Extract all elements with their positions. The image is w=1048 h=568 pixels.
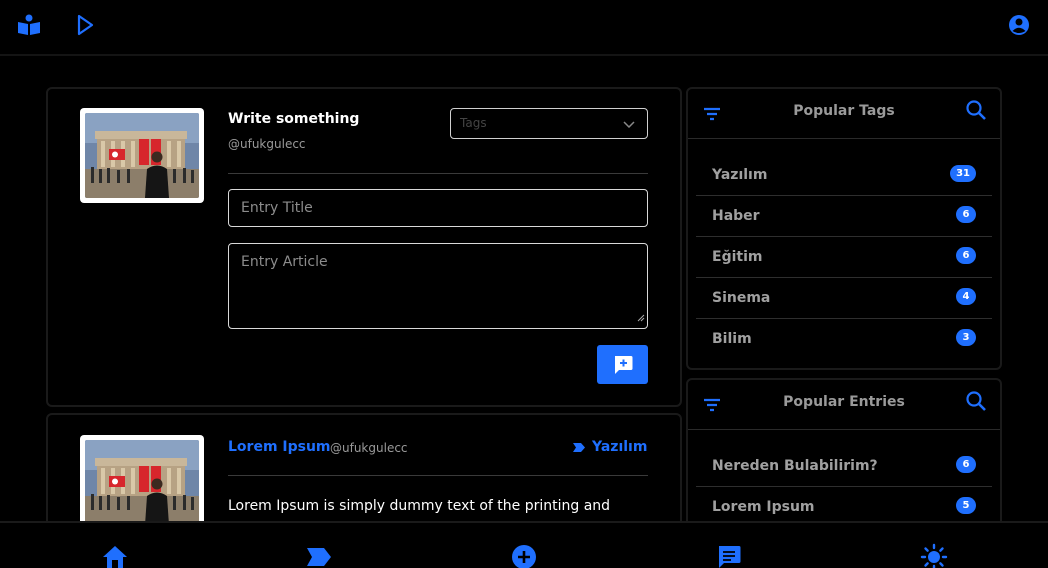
tag-row[interactable]: Bilim 3 [696,319,992,360]
entry-row[interactable]: Nereden Bulabilirim? 6 [696,446,992,487]
tag-label: Bilim [712,331,752,347]
divider [228,475,648,476]
avatar-photo [85,440,199,525]
count-badge: 6 [956,206,976,223]
home-icon[interactable] [101,543,129,568]
top-bar [0,0,1048,56]
chat-icon[interactable] [715,543,743,568]
play-icon[interactable] [72,12,98,38]
entry-tag-label: Yazılım [592,439,648,455]
count-badge: 4 [956,288,976,305]
account-icon[interactable] [1006,12,1032,38]
count-badge: 31 [950,165,976,182]
count-badge: 6 [956,247,976,264]
chevron-down-icon [623,118,635,132]
entry-body: Lorem Ipsum is simply dummy text of the … [228,498,611,514]
popular-entries-list: Nereden Bulabilirim? 6 Lorem Ipsum 5 [696,446,992,528]
entry-title-placeholder: Entry Title [241,200,313,216]
avatar [80,108,204,203]
tag-label: Yazılım [712,167,768,183]
entry-article-placeholder: Entry Article [241,254,328,270]
tag-icon [573,442,585,452]
composer-handle: @ufukgulecc [228,137,306,151]
tag-label: Haber [712,208,760,224]
add-circle-icon[interactable] [510,543,538,568]
reader-icon[interactable] [16,12,42,38]
tag-row[interactable]: Eğitim 6 [696,237,992,278]
tags-select[interactable]: Tags [450,108,648,139]
divider [228,173,648,174]
count-badge: 5 [956,497,976,514]
popular-tags-title: Popular Tags [793,103,895,119]
count-badge: 6 [956,456,976,473]
entry-title-link[interactable]: Lorem Ipsum [228,439,331,455]
popular-tags-panel: Popular Tags Yazılım 31 Haber 6 Eğitim 6… [686,87,1002,370]
popular-entries-header: Popular Entries [688,380,1000,430]
avatar-photo [85,113,199,198]
search-icon[interactable] [964,389,988,413]
count-badge: 3 [956,329,976,346]
entry-title-input[interactable]: Entry Title [228,189,648,227]
entry-label: Nereden Bulabilirim? [712,458,878,474]
composer-title: Write something [228,111,360,127]
tag-row[interactable]: Haber 6 [696,196,992,237]
resize-grip-icon[interactable] [636,310,645,326]
entry-avatar [80,435,204,530]
entry-label: Lorem Ipsum [712,499,815,515]
bottom-nav [0,521,1048,568]
search-icon[interactable] [964,98,988,122]
post-entry-button[interactable] [597,345,648,384]
tags-placeholder: Tags [460,116,487,130]
tag-icon[interactable] [305,543,333,568]
tag-label: Eğitim [712,249,763,265]
popular-tags-header: Popular Tags [688,89,1000,139]
tag-label: Sinema [712,290,771,306]
popular-entries-title: Popular Entries [783,394,905,410]
tag-row[interactable]: Sinema 4 [696,278,992,319]
tag-row[interactable]: Yazılım 31 [696,155,992,196]
sun-icon[interactable] [920,543,948,568]
entry-article-textarea[interactable]: Entry Article [228,243,648,329]
add-comment-icon [614,355,632,374]
entry-handle: @ufukgulecc [330,441,408,455]
popular-tags-list: Yazılım 31 Haber 6 Eğitim 6 Sinema 4 Bil… [696,155,992,360]
composer-panel: Write something @ufukgulecc Tags Entry T… [46,87,682,407]
entry-tag-link[interactable]: Yazılım [572,439,652,455]
